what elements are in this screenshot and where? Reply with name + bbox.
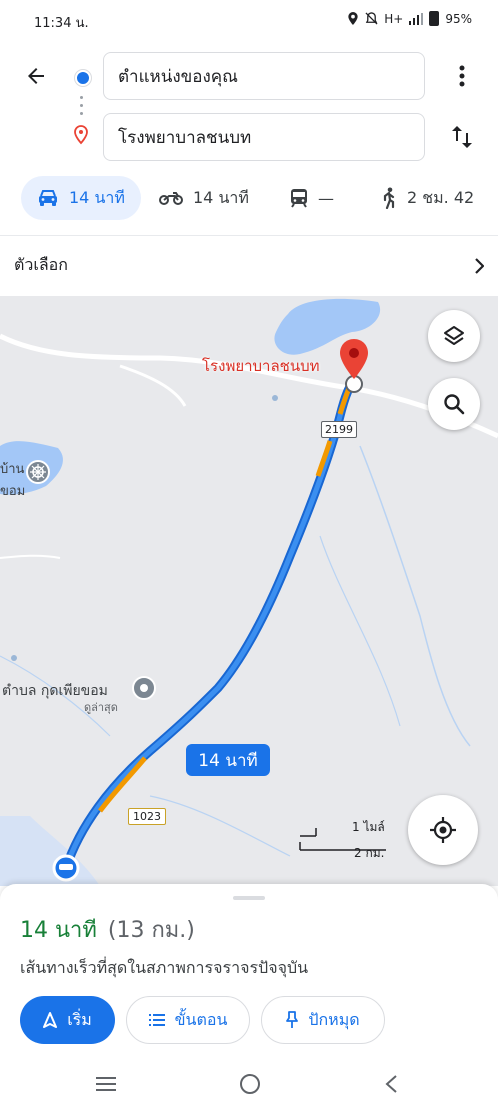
destination-text: โรงพยาบาลชนบท	[118, 127, 252, 148]
car-icon	[39, 190, 57, 206]
location-status-icon	[348, 12, 358, 25]
arrow-back-icon	[28, 68, 44, 84]
chevron-right-icon	[475, 257, 484, 274]
place-label-left-1: บ้าน	[0, 462, 25, 477]
route-dots	[80, 104, 83, 107]
layers-icon	[444, 326, 464, 345]
mode-drive-label: 14 นาที	[69, 187, 125, 207]
battery-icon	[429, 11, 440, 26]
start-navigation-button[interactable]: เริ่ม	[20, 996, 115, 1044]
my-location-button[interactable]	[408, 795, 478, 865]
road-shield-2199: 2199	[321, 421, 357, 438]
navigation-arrow-icon	[43, 1012, 58, 1028]
road-shield-1023: 1023	[128, 808, 166, 825]
route-duration: 14 นาที	[20, 918, 97, 943]
options-row[interactable]: ตัวเลือก	[0, 235, 498, 295]
mode-tab-transit[interactable]: —	[290, 176, 334, 220]
status-icons: H+ 95%	[347, 11, 472, 26]
signal-icon	[409, 12, 424, 25]
route-summary-sheet[interactable]: 14 นาที (13 กม.) เส้นทางเร็วที่สุดในสภาพ…	[0, 884, 498, 1110]
mode-tab-walk[interactable]: 2 ชม. 42	[381, 176, 474, 220]
more-vert-icon	[459, 65, 465, 87]
temple-icon	[30, 464, 46, 480]
scale-miles: 1 ไมล์	[352, 820, 385, 834]
list-icon	[148, 1014, 165, 1026]
mode-transit-label: —	[318, 188, 334, 208]
my-location-icon	[430, 817, 456, 843]
pin-label: ปักหมุด	[308, 1009, 360, 1029]
start-label: เริ่ม	[67, 1009, 92, 1029]
mode-tab-motorcycle[interactable]: 14 นาที	[159, 176, 249, 220]
transit-icon	[291, 189, 307, 208]
home-icon[interactable]	[238, 1072, 262, 1096]
nav-back-icon[interactable]	[384, 1074, 398, 1094]
origin-input[interactable]: ตำแหน่งของคุณ	[103, 52, 425, 100]
status-bar: 11:34 น. H+ 95%	[0, 0, 498, 40]
layers-button[interactable]	[428, 310, 480, 362]
origin-dot-icon	[75, 70, 91, 86]
network-type: H+	[384, 11, 404, 26]
map-view[interactable]: โรงพยาบาลชนบท 2199 1023 บ้าน ขอม ตำบล กุ…	[0, 296, 498, 886]
route-dots	[80, 96, 83, 99]
destination-marker-icon[interactable]	[338, 338, 370, 380]
sheet-drag-handle[interactable]	[233, 896, 265, 900]
options-label: ตัวเลือก	[14, 255, 68, 274]
more-options-button[interactable]	[448, 62, 476, 90]
map-canvas	[0, 298, 498, 886]
destination-input[interactable]: โรงพยาบาลชนบท	[103, 113, 425, 161]
map-search-button[interactable]	[428, 378, 480, 430]
battery-percent: 95%	[445, 11, 472, 26]
swap-button[interactable]	[448, 122, 476, 152]
route-summary-title: 14 นาที (13 กม.)	[20, 912, 195, 947]
mute-status-icon	[365, 12, 378, 25]
origin-text: ตำแหน่งของคุณ	[118, 66, 238, 87]
recent-apps-icon[interactable]	[95, 1076, 117, 1092]
route-distance: (13 กม.)	[107, 918, 195, 943]
motorcycle-icon	[159, 192, 183, 205]
pin-button[interactable]: ปักหมุด	[261, 996, 385, 1044]
steps-label: ขั้นตอน	[174, 1009, 228, 1029]
search-icon	[444, 394, 465, 415]
route-dots	[80, 112, 83, 115]
scale-km: 2 กม.	[354, 846, 385, 860]
status-time: 11:34 น.	[34, 16, 89, 31]
pin-icon	[286, 1011, 299, 1028]
destination-map-label[interactable]: โรงพยาบาลชนบท	[202, 354, 320, 378]
mode-motorcycle-label: 14 นาที	[193, 187, 249, 207]
route-duration-text: 14 นาที	[198, 750, 258, 771]
walk-icon	[383, 187, 395, 209]
destination-pin-icon	[74, 125, 88, 145]
mode-walk-label: 2 ชม. 42	[407, 187, 475, 207]
place-label-left-2: ขอม	[0, 484, 26, 499]
place-label-recent: ดูล่าสุด	[84, 701, 118, 714]
swap-vert-icon	[452, 126, 472, 148]
steps-button[interactable]: ขั้นตอน	[126, 996, 250, 1044]
route-duration-bubble[interactable]: 14 นาที	[186, 744, 270, 776]
mode-tab-drive[interactable]: 14 นาที	[21, 176, 141, 220]
back-button[interactable]	[20, 60, 52, 92]
route-description: เส้นทางเร็วที่สุดในสภาพการจราจรปัจจุบัน	[20, 958, 309, 977]
